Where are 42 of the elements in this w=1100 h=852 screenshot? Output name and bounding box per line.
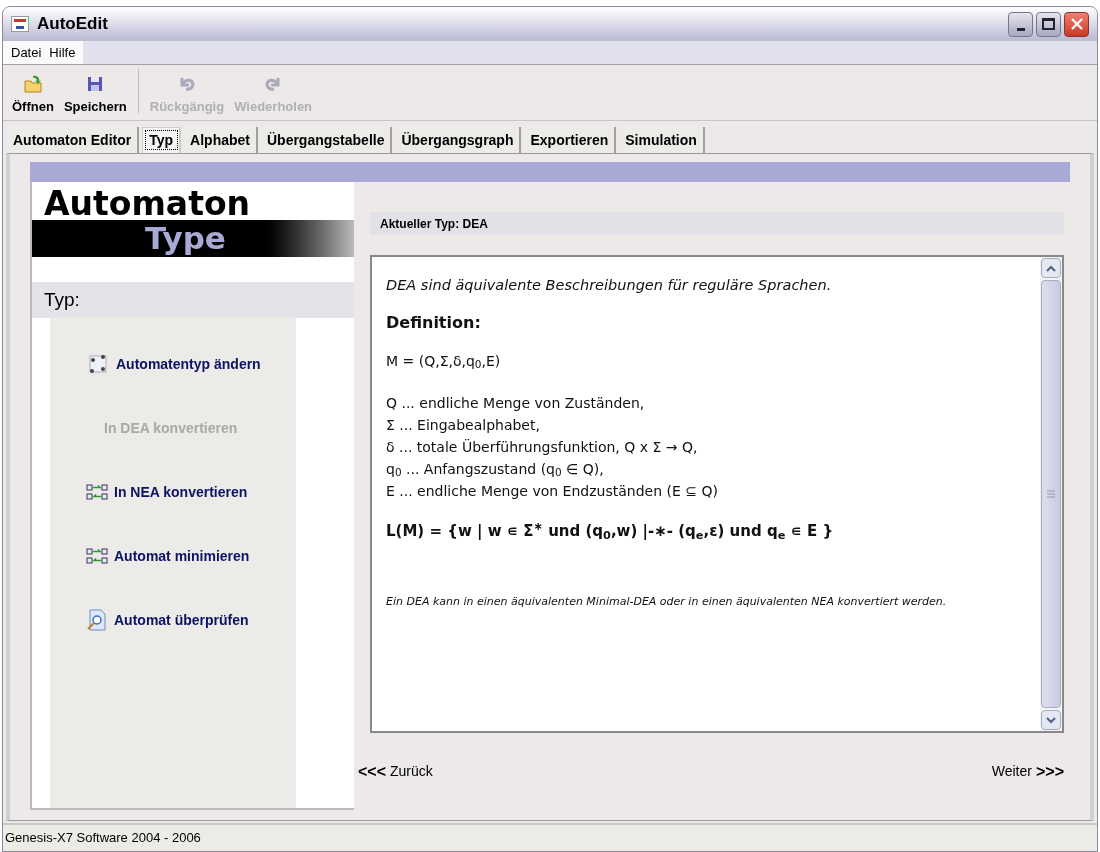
- section-title: Typ:: [44, 287, 80, 312]
- close-icon: [1069, 17, 1084, 31]
- status-text: Genesis-X7 Software 2004 - 2006: [5, 829, 201, 848]
- maximize-button[interactable]: [1036, 11, 1061, 37]
- definition-line: Σ ... Eingabealphabet,: [386, 415, 541, 435]
- definition-line: q$_{0}$ ... Anfangszustand (q$_{0}$ ∈ Q),: [386, 459, 605, 480]
- tab[interactable]: Typ: [142, 127, 182, 153]
- definition-line: E ... endliche Menge von Endzuständen (E ⊆ Q): [386, 481, 719, 501]
- language-formula: L(M) = {w | w ∊ Σ$^{∗}$ und (q$_{0}$,w) |-∗- (q$_{e}$,ε) und q$_{e}$ ∊ E }: [386, 519, 835, 543]
- banner-subtitle: Type: [144, 223, 226, 254]
- next-link[interactable]: Weiter >>>: [991, 759, 1064, 784]
- app-icon: [11, 16, 29, 32]
- sidebar-action[interactable]: Automat überprüfen: [50, 588, 296, 652]
- grip-icon: [1047, 490, 1055, 498]
- diagram-icon: [86, 352, 110, 376]
- window-title: AutoEdit: [37, 13, 108, 36]
- folder-icon: [22, 73, 43, 94]
- exchange-arrows-icon: [86, 547, 108, 565]
- menu-item[interactable]: Datei: [7, 42, 46, 63]
- menu-item[interactable]: Hilfe: [45, 42, 80, 63]
- back-link[interactable]: <<< Zurück: [358, 759, 433, 784]
- sidebar-action[interactable]: Automatentyp ändern: [50, 332, 296, 396]
- toolbar-button[interactable]: Öffnen: [7, 73, 59, 116]
- exchange-arrows-icon: [86, 483, 108, 501]
- sidebar-action[interactable]: In NEA konvertieren: [50, 460, 296, 524]
- note-text: Ein DEA kann in einen äquivalenten Minimal-DEA oder in einen äquivalenten NEA konvertiert werden.: [386, 594, 948, 611]
- definition-heading: Definition:: [386, 311, 482, 334]
- scrollbar[interactable]: [1040, 257, 1062, 731]
- scroll-thumb[interactable]: [1041, 280, 1061, 708]
- document-magnifier-icon: [86, 608, 108, 632]
- intro-text: DEA sind äquivalente Beschreibungen für reguläre Sprachen.: [386, 276, 833, 295]
- current-type-label: Aktueller Typ: DEA: [380, 215, 488, 233]
- toolbar-button[interactable]: Speichern: [58, 73, 132, 116]
- minimize-button[interactable]: [1008, 11, 1033, 37]
- scroll-up-button[interactable]: [1041, 258, 1061, 278]
- close-button[interactable]: [1064, 11, 1089, 37]
- banner-title: Automaton: [43, 188, 252, 220]
- definition-line: Q ... endliche Menge von Zuständen,: [386, 393, 646, 413]
- scroll-down-button[interactable]: [1041, 710, 1061, 730]
- definition-line: δ ... totale Überführungsfunktion, Q x Σ → Q,: [386, 437, 699, 457]
- sidebar-action[interactable]: Automat minimieren: [50, 524, 296, 588]
- formula-text: M = (Q,Σ,δ,q$_{0}$,E): [386, 351, 502, 372]
